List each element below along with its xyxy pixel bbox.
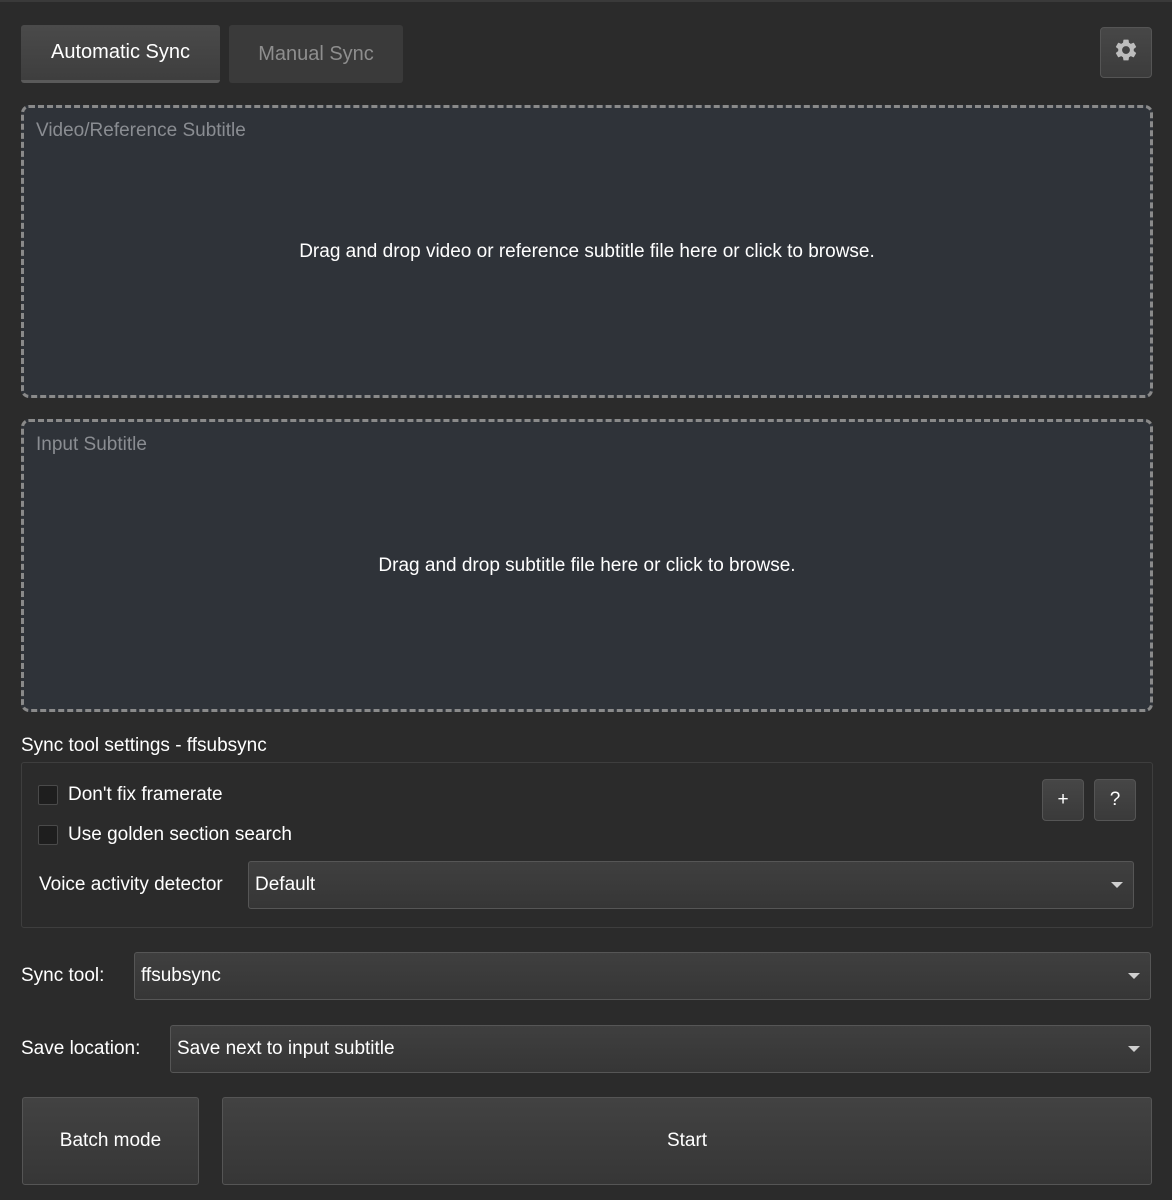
settings-button[interactable]	[1100, 27, 1152, 78]
select-value: Default	[255, 874, 316, 895]
tab-label: Automatic Sync	[51, 41, 190, 63]
sync-tool-label: Sync tool:	[21, 965, 105, 986]
select-value: ffsubsync	[141, 965, 221, 986]
checkbox-label: Use golden section search	[68, 824, 292, 845]
add-argument-button[interactable]: +	[1042, 779, 1084, 821]
video-reference-dropzone[interactable]: Video/Reference Subtitle Drag and drop v…	[21, 105, 1153, 398]
save-location-label: Save location:	[21, 1038, 141, 1059]
input-subtitle-dropzone[interactable]: Input Subtitle Drag and drop subtitle fi…	[21, 419, 1153, 712]
save-location-select[interactable]: Save next to input subtitle	[170, 1025, 1151, 1073]
golden-section-search-option[interactable]: Use golden section search	[38, 824, 292, 846]
select-value: Save next to input subtitle	[177, 1038, 395, 1059]
tab-automatic-sync[interactable]: Automatic Sync	[21, 25, 220, 83]
chevron-down-icon	[1128, 1046, 1140, 1052]
checkbox-label: Don't fix framerate	[68, 784, 223, 805]
start-button[interactable]: Start	[222, 1097, 1152, 1185]
dropzone-prompt: Drag and drop subtitle file here or clic…	[378, 554, 796, 576]
dropzone-prompt: Drag and drop video or reference subtitl…	[299, 240, 875, 262]
help-button[interactable]: ?	[1094, 779, 1136, 821]
tab-label: Manual Sync	[258, 42, 374, 65]
sync-tool-select[interactable]: ffsubsync	[134, 952, 1151, 1000]
vad-label: Voice activity detector	[39, 874, 223, 895]
dont-fix-framerate-option[interactable]: Don't fix framerate	[38, 784, 223, 806]
golden-section-search-checkbox[interactable]	[38, 825, 58, 845]
chevron-down-icon	[1128, 973, 1140, 979]
gear-icon	[1113, 37, 1139, 68]
vad-select[interactable]: Default	[248, 861, 1134, 909]
chevron-down-icon	[1111, 882, 1123, 888]
app-window: Automatic Sync Manual Sync Video/Referen…	[0, 0, 1172, 1200]
sync-settings-title: Sync tool settings - ffsubsync	[21, 735, 267, 756]
tab-manual-sync[interactable]: Manual Sync	[229, 25, 403, 83]
batch-mode-button[interactable]: Batch mode	[22, 1097, 199, 1185]
dont-fix-framerate-checkbox[interactable]	[38, 785, 58, 805]
